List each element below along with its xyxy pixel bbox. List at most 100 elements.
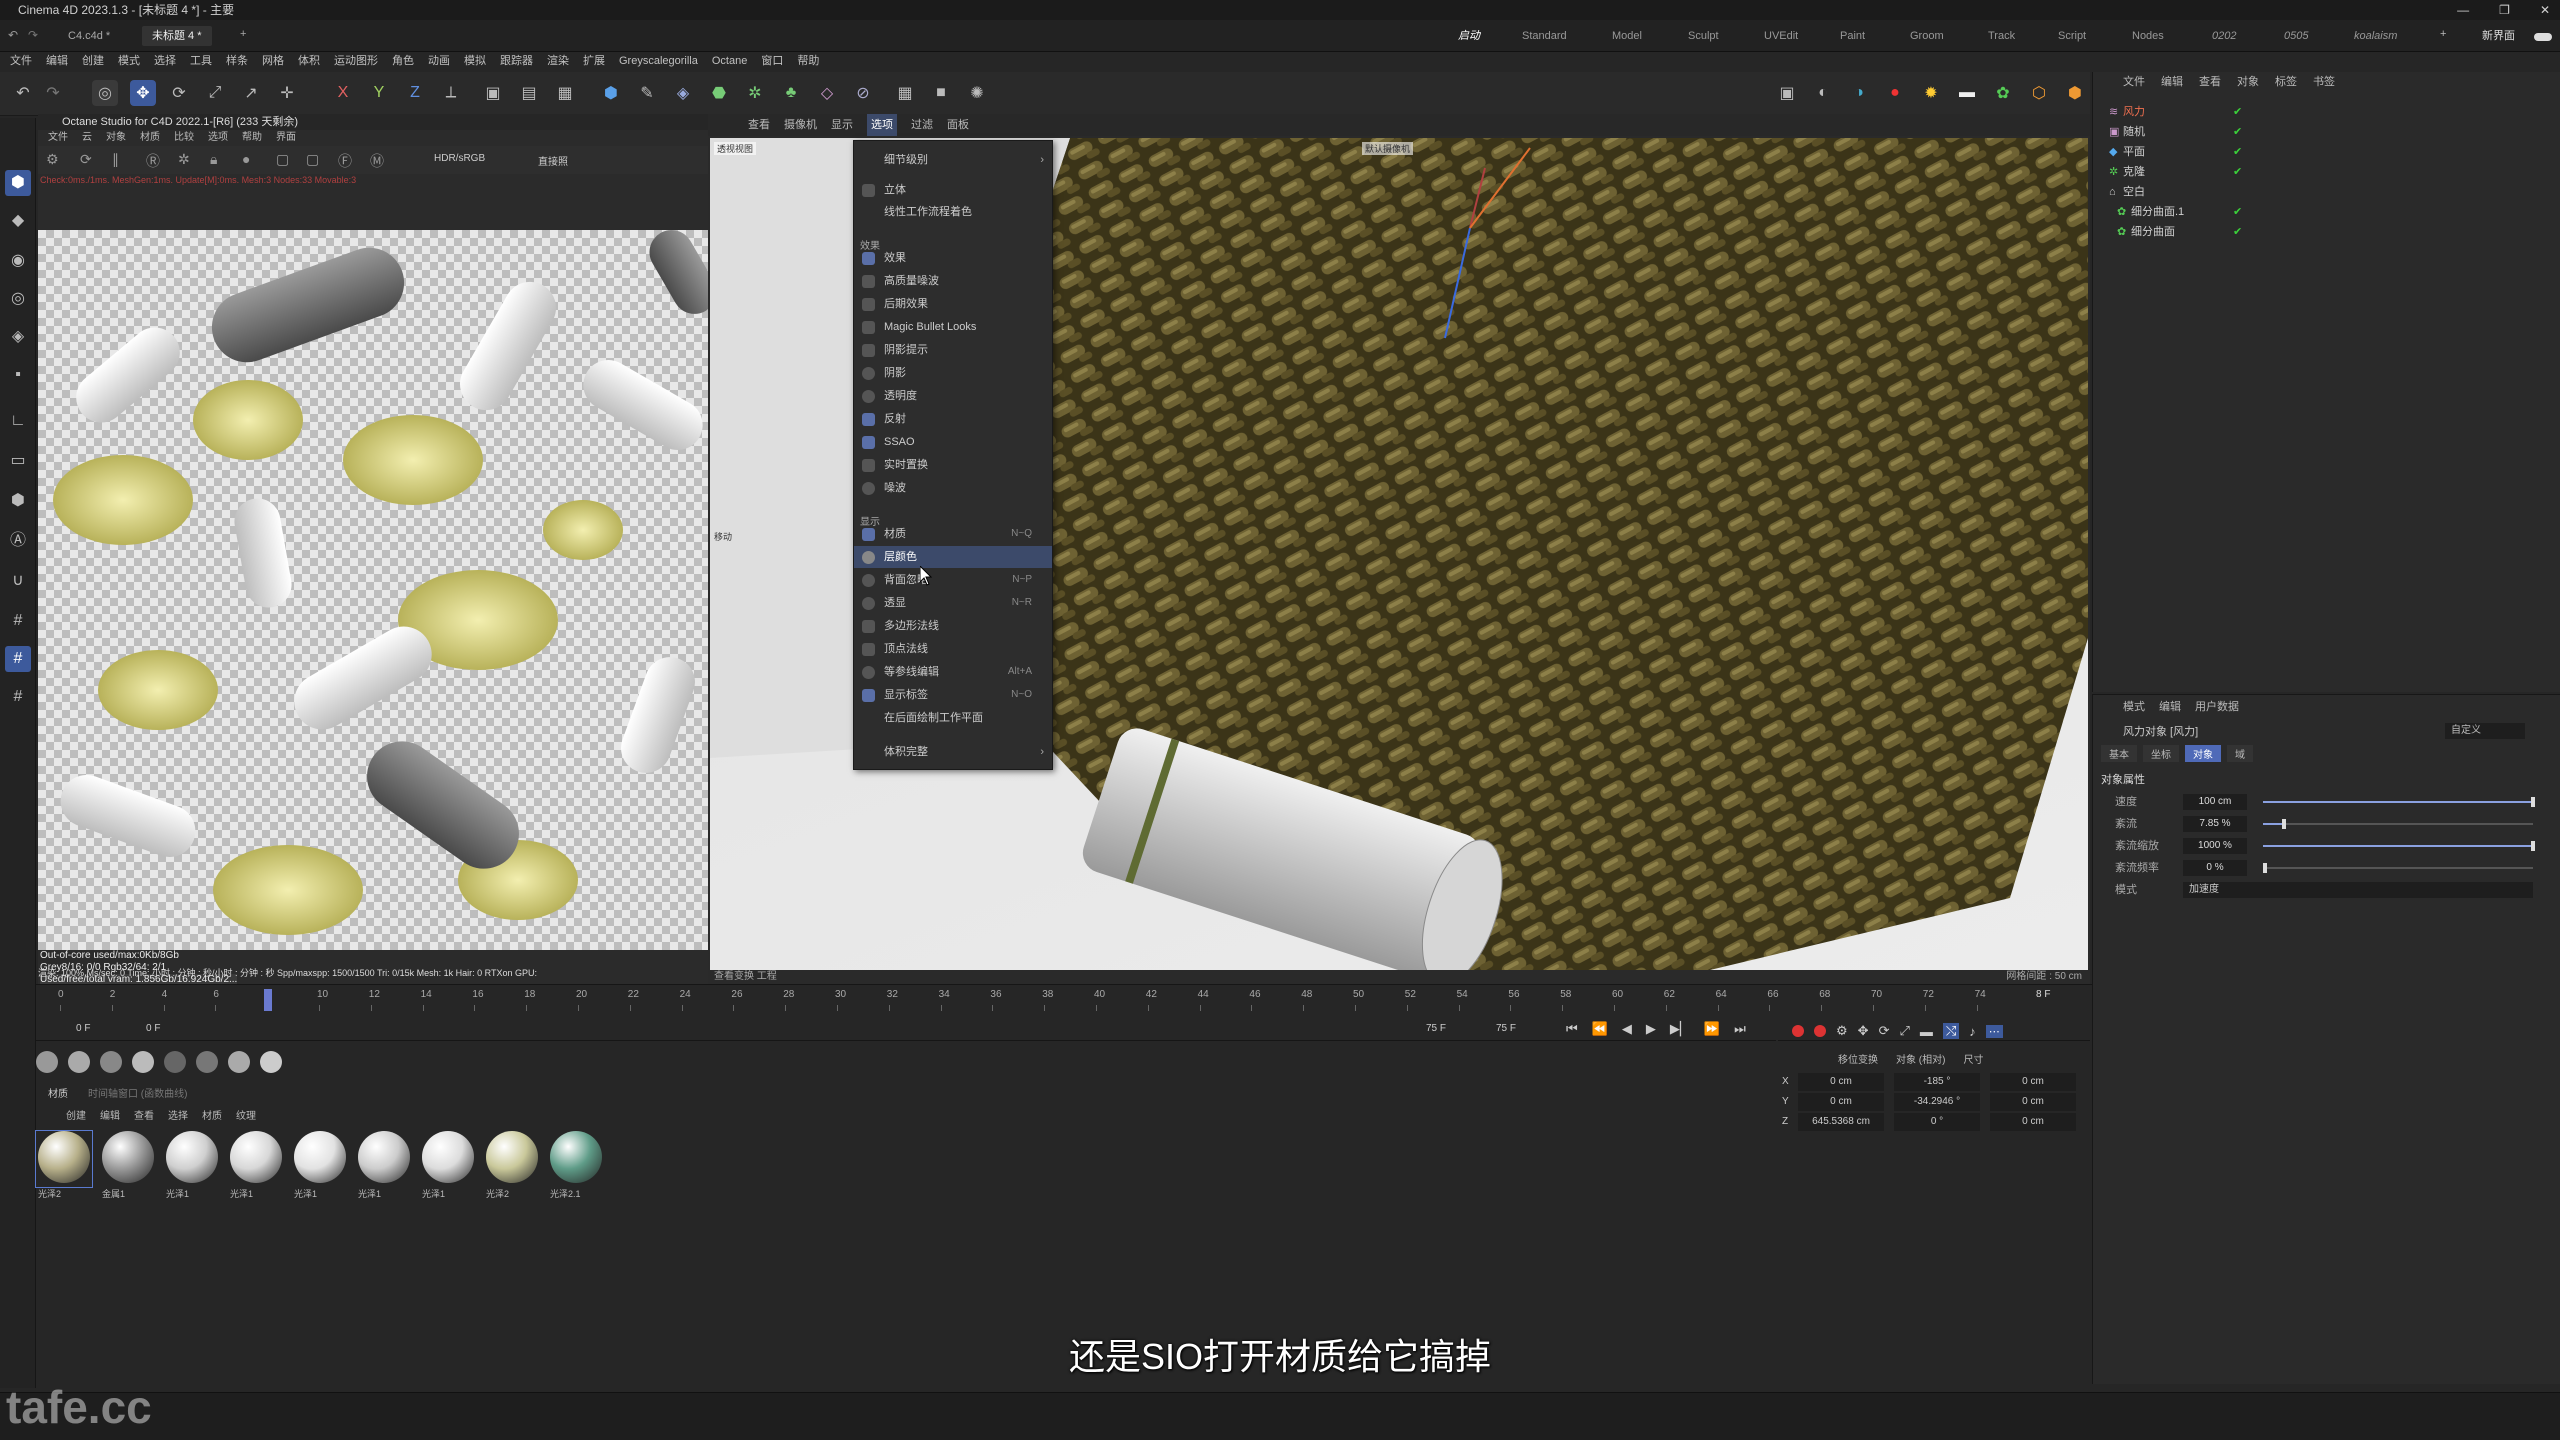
layout-tab-track[interactable]: Track (1988, 26, 2015, 46)
enabled-check-icon[interactable]: ✔ (2233, 142, 2242, 162)
axis-icon[interactable]: ✛ (274, 80, 300, 106)
maximize-button[interactable]: ❐ (2499, 0, 2510, 20)
layout-tab-model[interactable]: Model (1612, 26, 1642, 46)
attr-menu-mode[interactable]: 模式 (2123, 698, 2145, 714)
menu-character[interactable]: 角色 (392, 52, 414, 70)
sound-icon[interactable]: ♪ (1969, 1024, 1976, 1039)
menu-mesh[interactable]: 网格 (262, 52, 284, 70)
move-icon[interactable]: ✥ (130, 80, 156, 106)
subdivision-icon[interactable]: ◈ (670, 80, 696, 106)
octane-pause-icon[interactable]: ∥ (112, 151, 119, 168)
layout-tab-nodes[interactable]: Nodes (2132, 26, 2164, 46)
om-row-random[interactable]: ▣ 随机 ✔ (2093, 122, 2533, 142)
enabled-check-icon[interactable]: ✔ (2233, 162, 2242, 182)
attr-prop-slider[interactable] (2263, 819, 2533, 829)
octane-menu-cloud[interactable]: 云 (82, 130, 92, 146)
field-icon[interactable]: ⊘ (850, 80, 876, 106)
toggle-icon[interactable] (2534, 33, 2552, 41)
extrude-icon[interactable]: ⬣ (706, 80, 732, 106)
om-row-subdiv[interactable]: ✿ 细分曲面 ✔ (2093, 222, 2533, 242)
mat-menu-material[interactable]: 材质 (202, 1107, 222, 1122)
om-menu-file[interactable]: 文件 (2123, 72, 2145, 92)
octane-menu-materials[interactable]: 材质 (140, 130, 160, 146)
viewport-camera-label[interactable]: 默认摄像机 (1362, 142, 1414, 155)
rotate-icon[interactable]: ⟳ (166, 80, 192, 106)
om-row-null[interactable]: ⌂ 空白 (2093, 182, 2533, 202)
om-menu-view[interactable]: 查看 (2199, 72, 2221, 92)
om-menu-tags[interactable]: 标签 (2275, 72, 2297, 92)
coord-rot-field[interactable]: -185 ° (1894, 1073, 1980, 1091)
viewport-menu-view[interactable]: 查看 (748, 114, 770, 136)
menu-greyscalegorilla[interactable]: Greyscalegorilla (619, 52, 698, 70)
attr-menu-edit[interactable]: 编辑 (2159, 698, 2181, 714)
dd-displacement[interactable]: 实时置换 (854, 454, 1052, 476)
menu-mograph[interactable]: 运动图形 (334, 52, 378, 70)
undo-icon[interactable]: ↶ (8, 28, 18, 42)
prev-key-icon[interactable]: ⏪ (1592, 1021, 1608, 1037)
dd-noise[interactable]: 噪波 (854, 477, 1052, 499)
auto-key-icon[interactable] (1814, 1025, 1826, 1037)
goto-end-icon[interactable]: ⏭ (1734, 1021, 1746, 1037)
octane-light-icon[interactable]: ▬ (1954, 80, 1980, 106)
new-tab-icon[interactable]: + (240, 28, 246, 40)
octane-tag-icon[interactable]: ⬡ (2026, 80, 2052, 106)
octane-frame-icon[interactable]: ▢ (276, 151, 289, 168)
menu-tools[interactable]: 工具 (190, 52, 212, 70)
layout-tab-groom[interactable]: Groom (1910, 26, 1944, 46)
add-layout-icon[interactable]: + (2440, 28, 2446, 40)
viewport-menu-display[interactable]: 显示 (831, 114, 853, 136)
attr-tab-object[interactable]: 对象 (2185, 745, 2221, 762)
timeline[interactable]: 0246810121416182022242628303234363840424… (36, 984, 2092, 1040)
timeline-playhead[interactable] (264, 989, 272, 1011)
menu-edit[interactable]: 编辑 (46, 52, 68, 70)
dd-backface[interactable]: 背面忽略 N~P (854, 569, 1052, 591)
fps-icon[interactable]: ⋯ (1985, 1024, 2003, 1038)
workplane-icon[interactable]: # (5, 608, 31, 634)
material-tab[interactable]: 材质 (48, 1085, 68, 1100)
layout-tab-script[interactable]: Script (2058, 26, 2086, 46)
preview-sphere-8-icon[interactable] (260, 1051, 282, 1073)
coord-pos-field[interactable]: 645.5368 cm (1798, 1113, 1884, 1131)
coord-rot-field[interactable]: -34.2946 ° (1894, 1093, 1980, 1111)
enabled-check-icon[interactable]: ✔ (2233, 202, 2242, 222)
attr-mode-select[interactable]: 加速度 (2183, 882, 2533, 898)
redo-icon[interactable]: ↷ (28, 28, 38, 42)
octane-object-icon[interactable]: ✿ (1990, 80, 2016, 106)
attr-preset-select[interactable]: 自定义 (2445, 723, 2525, 739)
layout-tab-koalaism[interactable]: koalaism (2354, 26, 2397, 46)
light-icon[interactable]: ✺ (964, 80, 990, 106)
attr-prop-slider[interactable] (2263, 797, 2535, 807)
coord-size-field[interactable]: 0 cm (1990, 1093, 2076, 1111)
timeline-start-2[interactable]: 0 F (146, 1023, 160, 1034)
om-menu-object[interactable]: 对象 (2237, 72, 2259, 92)
axis-mode-icon[interactable]: ∟ (5, 408, 31, 434)
viewport-solo-icon[interactable]: ⬢ (5, 488, 31, 514)
record-icon[interactable] (1792, 1025, 1804, 1037)
coord-pos-field[interactable]: 0 cm (1798, 1073, 1884, 1091)
preview-sphere-5-icon[interactable] (164, 1051, 186, 1073)
layout-tab-startup[interactable]: 启动 (1458, 26, 1480, 46)
coords-size-select[interactable]: 尺寸 (1963, 1051, 1983, 1066)
om-menu-bookmarks[interactable]: 书签 (2313, 72, 2335, 92)
octane-restart-icon[interactable]: ⟳ (80, 151, 92, 168)
interpolation-icon[interactable]: ⤭ (1942, 1023, 1960, 1039)
goto-start-icon[interactable]: ⏮ (1566, 1021, 1578, 1037)
viewport-menu-filter[interactable]: 过滤 (911, 114, 933, 136)
dd-polygon-normals[interactable]: 多边形法线 (854, 615, 1052, 637)
layout-tab-uvedit[interactable]: UVEdit (1764, 26, 1798, 46)
uv-mode-icon[interactable]: ▪ (5, 362, 31, 388)
attr-prop-slider-knob[interactable] (2282, 819, 2287, 829)
layout-tab-standard[interactable]: Standard (1522, 26, 1567, 46)
camera-icon[interactable]: ■ (928, 80, 954, 106)
redo-icon[interactable]: ↷ (40, 80, 66, 106)
preview-sphere-4-icon[interactable] (132, 1051, 154, 1073)
octane-f-icon[interactable]: Ⓕ (338, 151, 352, 171)
effector-icon[interactable]: ♣ (778, 80, 804, 106)
dd-workplane-behind[interactable]: 在后面绘制工作平面 (854, 707, 1052, 729)
octane-sun-icon[interactable]: ✹ (1918, 80, 1944, 106)
select-icon[interactable]: ◎ (92, 80, 118, 106)
coord-size-field[interactable]: 0 cm (1990, 1113, 2076, 1131)
om-row-wind[interactable]: ≋ 风力 ✔ (2093, 102, 2533, 122)
menu-file[interactable]: 文件 (10, 52, 32, 70)
dd-vertex-normals[interactable]: 顶点法线 (854, 638, 1052, 660)
